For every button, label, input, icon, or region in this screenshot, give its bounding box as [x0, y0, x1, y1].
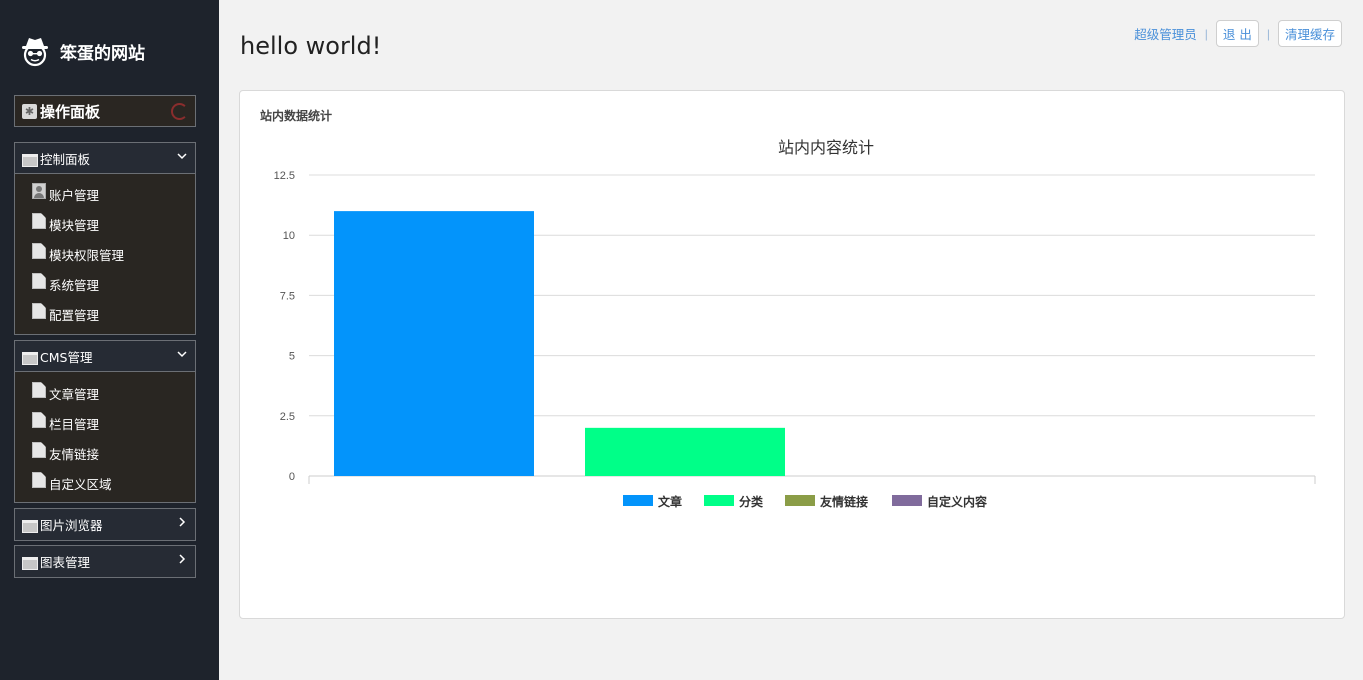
nav-item-label: 文章管理: [49, 386, 100, 402]
nav-group-control-panel: 控制面板 账户管理 模块管理 模块权限管理 系统管理 配置管理: [14, 142, 196, 335]
nav-group-label: 图表管理: [40, 555, 91, 570]
folder-icon: [22, 520, 38, 533]
nav-item-module-permission[interactable]: 模块权限管理: [15, 239, 195, 269]
nav-group-header-chart-management[interactable]: 图表管理: [15, 546, 195, 577]
nav-item-account[interactable]: 账户管理: [15, 179, 195, 209]
nav-item-column[interactable]: 栏目管理: [15, 408, 195, 438]
spy-logo-icon: [22, 38, 48, 67]
nav-group-label: 控制面板: [40, 151, 91, 167]
divider: |: [1204, 26, 1208, 41]
nav-item-label: 友情链接: [49, 446, 100, 462]
nav-group-label: CMS管理: [40, 349, 93, 365]
nav-item-article[interactable]: 文章管理: [15, 378, 195, 408]
nav-group-chart-management: 图表管理: [14, 545, 196, 578]
nav-group-header-image-browser[interactable]: 图片浏览器: [15, 509, 195, 540]
nav-group-header-control-panel[interactable]: 控制面板: [15, 143, 195, 174]
nav-item-label: 模块权限管理: [49, 247, 125, 263]
chevron-right-icon: [179, 554, 186, 564]
y-tick-label: 12.5: [274, 170, 295, 182]
top-links: 超级管理员 | 退 出 | 清理缓存: [1134, 20, 1342, 47]
document-icon: [32, 412, 46, 428]
operation-panel-label: 操作面板: [40, 102, 101, 121]
page-title: hello world!: [240, 32, 382, 60]
nav-group-header-cms[interactable]: CMS管理: [15, 341, 195, 372]
nav-item-config[interactable]: 配置管理: [15, 299, 195, 329]
folder-icon: [22, 153, 38, 167]
operation-panel-header[interactable]: ✱ 操作面板: [14, 95, 196, 127]
legend-label: 文章: [658, 494, 682, 509]
clear-cache-button[interactable]: 清理缓存: [1277, 20, 1342, 47]
legend-swatch: [892, 495, 922, 506]
refresh-icon[interactable]: [171, 103, 188, 120]
legend-swatch: [704, 495, 734, 506]
divider: |: [1266, 26, 1270, 41]
nav-item-label: 系统管理: [49, 277, 100, 293]
nav-item-friend-links[interactable]: 友情链接: [15, 438, 195, 468]
folder-icon: [22, 557, 38, 570]
y-tick-label: 10: [283, 230, 295, 242]
chevron-down-icon: [177, 153, 187, 160]
legend-swatch: [785, 495, 815, 506]
bar-chart: 站内内容统计 0 2.5 5 7.5 10 12.5 文章 分类 友情链接 自定义内容: [274, 138, 1316, 509]
y-tick-label: 2.5: [280, 411, 295, 423]
nav-item-system[interactable]: 系统管理: [15, 269, 195, 299]
document-icon: [32, 382, 46, 398]
sidebar: 笨蛋的网站 ✱ 操作面板 控制面板 账户管理 模块管理 模块权限管理 系统管理 …: [0, 0, 219, 680]
legend-swatch: [623, 495, 653, 506]
nav-item-label: 自定义区域: [49, 476, 112, 492]
nav-item-label: 模块管理: [49, 217, 100, 233]
chart-title: 站内内容统计: [778, 138, 874, 157]
folder-icon: [22, 351, 38, 365]
legend-label: 友情链接: [819, 494, 868, 509]
document-icon: [32, 243, 46, 259]
document-icon: [32, 213, 46, 229]
nav-group-image-browser: 图片浏览器: [14, 508, 196, 541]
y-tick-label: 5: [289, 351, 295, 363]
y-tick-label: 0: [289, 471, 295, 483]
chevron-down-icon: [177, 351, 187, 358]
nav-group-cms: CMS管理 文章管理 栏目管理 友情链接 自定义区域: [14, 340, 196, 503]
brand[interactable]: 笨蛋的网站: [20, 34, 145, 68]
nav-item-label: 配置管理: [49, 307, 100, 323]
nav-item-label: 账户管理: [49, 187, 100, 203]
legend-label: 分类: [739, 494, 764, 509]
brand-name: 笨蛋的网站: [60, 43, 145, 64]
nav-group-label: 图片浏览器: [40, 518, 103, 533]
stats-panel: 站内数据统计 站内内容统计 0 2.5 5 7.5 10 12.5 文章 分类 友情链接 自定义内容: [239, 90, 1345, 619]
bar-2: [585, 427, 785, 476]
nav-item-module[interactable]: 模块管理: [15, 209, 195, 239]
nav-item-custom-area[interactable]: 自定义区域: [15, 468, 195, 498]
bar-1: [334, 211, 534, 476]
y-tick-label: 7.5: [280, 290, 295, 302]
document-icon: [32, 273, 46, 289]
document-icon: [32, 442, 46, 458]
legend-label: 自定义内容: [927, 494, 987, 509]
current-user-link[interactable]: 超级管理员: [1134, 24, 1197, 43]
logout-button[interactable]: 退 出: [1215, 20, 1259, 47]
gear-icon: ✱: [22, 103, 37, 119]
chevron-right-icon: [179, 517, 186, 527]
document-icon: [32, 472, 46, 488]
user-icon: [32, 183, 46, 199]
document-icon: [32, 303, 46, 319]
nav-item-label: 栏目管理: [49, 416, 100, 432]
